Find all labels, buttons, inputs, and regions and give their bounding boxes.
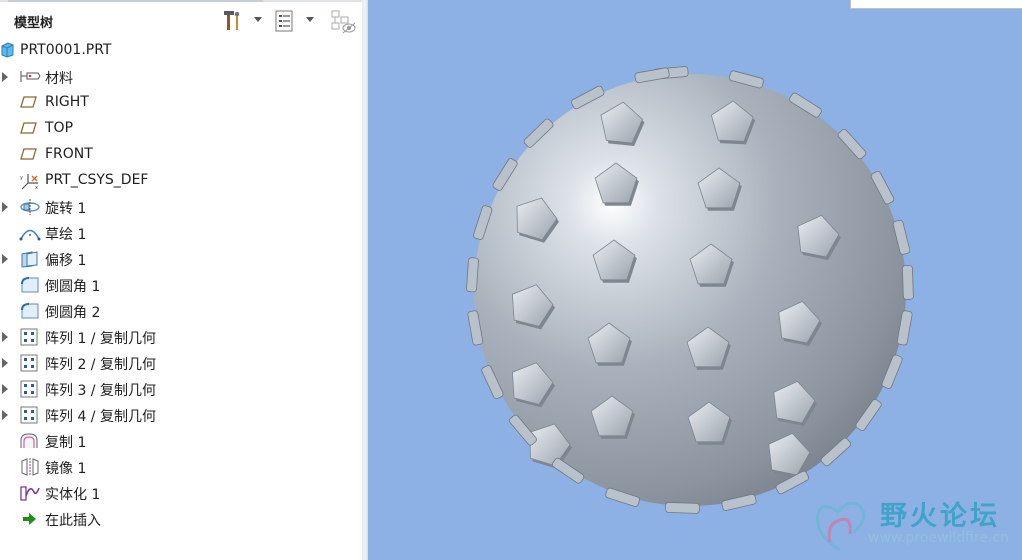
tree-item-label: 阵列 3 / 复制几何 (45, 383, 156, 399)
tree-item-offset[interactable]: 偏移 1 (0, 246, 362, 272)
tree-item-right-plane[interactable]: RIGHT (0, 90, 362, 116)
tree-item-mirror[interactable]: 镜像 1 (0, 454, 362, 480)
expand-arrow[interactable] (2, 254, 8, 264)
model-tree-panel: 模型树 PRT0001.PRT 材料 RIGHT TOP FRONT y x P… (0, 0, 362, 560)
csys-icon: yx (19, 172, 39, 191)
expand-arrow[interactable] (2, 202, 8, 212)
tree-item-label: 复制 1 (45, 435, 87, 451)
solidify-icon (19, 484, 40, 502)
material-icon (19, 68, 41, 86)
tree-item-label: 阵列 2 / 复制几何 (45, 357, 156, 373)
tree-item-label: TOP (45, 120, 74, 136)
expand-arrow[interactable] (2, 410, 8, 420)
round-icon (19, 276, 39, 294)
insert-here-icon (19, 510, 39, 528)
tree-item-round-2[interactable]: 倒圆角 2 (0, 298, 362, 324)
sphere-model[interactable] (368, 0, 1022, 560)
model-tree-title: 模型树 (14, 16, 54, 31)
tree-item-solidify[interactable]: 实体化 1 (0, 480, 362, 506)
tree-item-label: 阵列 4 / 复制几何 (45, 409, 156, 425)
sketch-icon (19, 224, 41, 242)
tree-item-label: 偏移 1 (45, 253, 87, 269)
show-hide-icon[interactable] (330, 9, 356, 34)
model-tree-header: 模型树 (0, 3, 362, 37)
pattern-icon (19, 328, 39, 346)
tree-item-label: 旋转 1 (45, 201, 87, 217)
tree-item-label: FRONT (45, 146, 93, 162)
tree-item-label: PRT_CSYS_DEF (45, 172, 149, 188)
tree-filter-icon[interactable] (273, 9, 297, 33)
tree-item-front-plane[interactable]: FRONT (0, 142, 362, 168)
tree-item-insert-here[interactable]: 在此插入 (0, 506, 362, 532)
tree-item-material[interactable]: 材料 (0, 64, 362, 90)
tree-item-revolve[interactable]: 旋转 1 (0, 194, 362, 220)
tree-item-csys[interactable]: yx PRT_CSYS_DEF (0, 168, 362, 194)
tree-item-round-1[interactable]: 倒圆角 1 (0, 272, 362, 298)
tree-item-label: 材料 (45, 71, 73, 87)
expand-arrow[interactable] (2, 332, 8, 342)
datum-plane-icon (19, 146, 39, 164)
copy-icon (19, 432, 39, 450)
tree-item-sketch[interactable]: 草绘 1 (0, 220, 362, 246)
graphics-viewport[interactable]: 野火论坛 www.proewildfire.cn (368, 0, 1022, 560)
svg-text:x: x (35, 185, 38, 191)
mirror-icon (19, 458, 39, 476)
tree-filter-dropdown-arrow[interactable] (306, 17, 314, 22)
tree-item-label: 草绘 1 (45, 227, 87, 243)
settings-tools-icon[interactable] (221, 9, 245, 33)
tree-item-top-plane[interactable]: TOP (0, 116, 362, 142)
svg-text:y: y (20, 175, 23, 181)
panel-tab-strip (8, 0, 263, 2)
edge-bump (466, 257, 479, 293)
tree-item-label: 阵列 1 / 复制几何 (45, 331, 156, 347)
tree-item-pattern-1[interactable]: 阵列 1 / 复制几何 (0, 324, 362, 350)
watermark-title: 野火论坛 (880, 501, 1000, 532)
tree-item-pattern-4[interactable]: 阵列 4 / 复制几何 (0, 402, 362, 428)
tree-item-pattern-2[interactable]: 阵列 2 / 复制几何 (0, 350, 362, 376)
part-icon (0, 42, 20, 60)
offset-icon (19, 250, 39, 268)
watermark-logo-icon (815, 501, 866, 552)
tree-item-part[interactable]: PRT0001.PRT (0, 38, 362, 64)
expand-arrow[interactable] (2, 384, 8, 394)
pattern-icon (19, 354, 39, 372)
settings-dropdown-arrow[interactable] (254, 17, 262, 22)
watermark-url: www.proewildfire.cn (868, 530, 1010, 546)
tree-item-label: 倒圆角 2 (45, 305, 101, 321)
tree-item-label: 镜像 1 (45, 461, 87, 477)
revolve-icon (19, 198, 40, 216)
model-tree: PRT0001.PRT 材料 RIGHT TOP FRONT y x PRT_C… (0, 38, 362, 532)
edge-bump (902, 264, 914, 300)
tree-item-label: 实体化 1 (45, 487, 101, 503)
expand-arrow[interactable] (2, 72, 8, 82)
round-icon (19, 302, 39, 320)
pattern-icon (19, 380, 39, 398)
tree-item-label: 倒圆角 1 (45, 279, 101, 295)
tree-item-label: RIGHT (45, 94, 89, 110)
edge-bump (664, 502, 700, 514)
tree-item-label: PRT0001.PRT (20, 42, 112, 58)
tree-item-label: 在此插入 (45, 513, 101, 529)
pattern-icon (19, 406, 39, 424)
datum-plane-icon (19, 94, 39, 112)
forum-watermark: 野火论坛 www.proewildfire.cn (808, 492, 1022, 560)
tree-item-copy[interactable]: 复制 1 (0, 428, 362, 454)
expand-arrow[interactable] (2, 358, 8, 368)
datum-plane-icon (19, 120, 39, 138)
tree-item-pattern-3[interactable]: 阵列 3 / 复制几何 (0, 376, 362, 402)
